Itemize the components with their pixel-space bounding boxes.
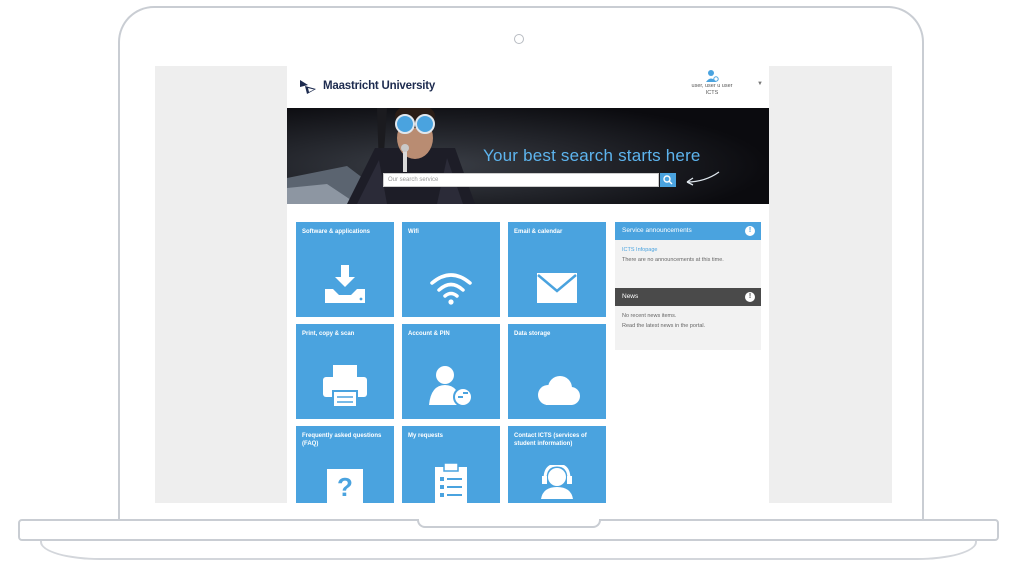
mail-icon [537, 273, 577, 303]
info-icon: ! [745, 226, 755, 236]
question-icon: ? [327, 469, 363, 503]
tile-storage[interactable]: Data storage [508, 324, 606, 419]
camera-icon [514, 34, 524, 44]
tile-email[interactable]: Email & calendar [508, 222, 606, 317]
tile-wifi[interactable]: Wifi [402, 222, 500, 317]
tile-label: Wifi [408, 229, 419, 235]
cloud-icon [538, 376, 580, 405]
laptop-base-bottom [40, 540, 977, 560]
sidebar: Service announcements ! ICTS Infopage Th… [615, 222, 761, 350]
tile-print[interactable]: Print, copy & scan [296, 324, 394, 419]
laptop-screen: Maastricht University user, user u user … [155, 66, 892, 503]
tile-account[interactable]: Account & PIN [402, 324, 500, 419]
university-logo-icon [300, 80, 316, 94]
search-hero: Your best search starts here Our search … [287, 108, 769, 204]
clipboard-icon [435, 463, 467, 503]
user-name: user, user u user [691, 83, 733, 89]
search-input[interactable]: Our search service [383, 173, 659, 187]
tile-label: Data storage [514, 331, 551, 337]
news-body: No recent news items. Read the latest ne… [615, 306, 761, 350]
user-menu[interactable]: user, user u user ICTS [673, 69, 751, 97]
download-icon [325, 265, 365, 303]
support-icon [541, 465, 573, 499]
announcements-link[interactable]: ICTS Infopage [622, 247, 754, 254]
university-name[interactable]: Maastricht University [323, 80, 435, 92]
news-text: Read the latest news in the portal. [622, 323, 706, 329]
tile-label: Contact ICTS (services of student inform… [514, 433, 587, 447]
tile-label: Print, copy & scan [302, 331, 355, 337]
service-tiles: Software & applications Wifi Email & cal… [296, 222, 606, 503]
arrow-icon [686, 171, 720, 186]
tile-software[interactable]: Software & applications [296, 222, 394, 317]
info-icon: ! [745, 292, 755, 302]
tile-label: Email & calendar [514, 229, 563, 235]
announcements-header[interactable]: Service announcements ! [615, 222, 761, 240]
panel-title: News [622, 293, 639, 300]
search-icon [663, 175, 673, 185]
announcements-text: There are no announcements at this time. [622, 257, 724, 263]
hero-tagline: Your best search starts here [483, 146, 701, 165]
tile-label: Account & PIN [408, 331, 450, 337]
user-avatar-icon [706, 70, 719, 82]
announcements-body: ICTS Infopage There are no announcements… [615, 240, 761, 288]
tile-label: Frequently asked questions (FAQ) [302, 433, 382, 447]
chevron-down-icon[interactable]: ▼ [757, 81, 763, 87]
portal-page: Maastricht University user, user u user … [287, 66, 769, 503]
wifi-icon [430, 273, 472, 305]
tile-label: My requests [408, 433, 444, 439]
search-button[interactable] [660, 173, 676, 187]
svg-text:?: ? [337, 472, 353, 502]
user-department: ICTS [705, 90, 719, 96]
tile-requests[interactable]: My requests [402, 426, 500, 503]
printer-icon [323, 365, 367, 407]
tile-contact[interactable]: Contact ICTS (services of student inform… [508, 426, 606, 503]
panel-title: Service announcements [622, 227, 692, 234]
news-header[interactable]: News ! [615, 288, 761, 306]
page-header: Maastricht University user, user u user … [287, 66, 769, 108]
account-icon [429, 366, 473, 407]
laptop-notch [417, 519, 601, 528]
news-item[interactable]: No recent news items. [622, 313, 754, 320]
tile-label: Software & applications [302, 229, 371, 235]
tile-faq[interactable]: Frequently asked questions (FAQ) ? [296, 426, 394, 503]
